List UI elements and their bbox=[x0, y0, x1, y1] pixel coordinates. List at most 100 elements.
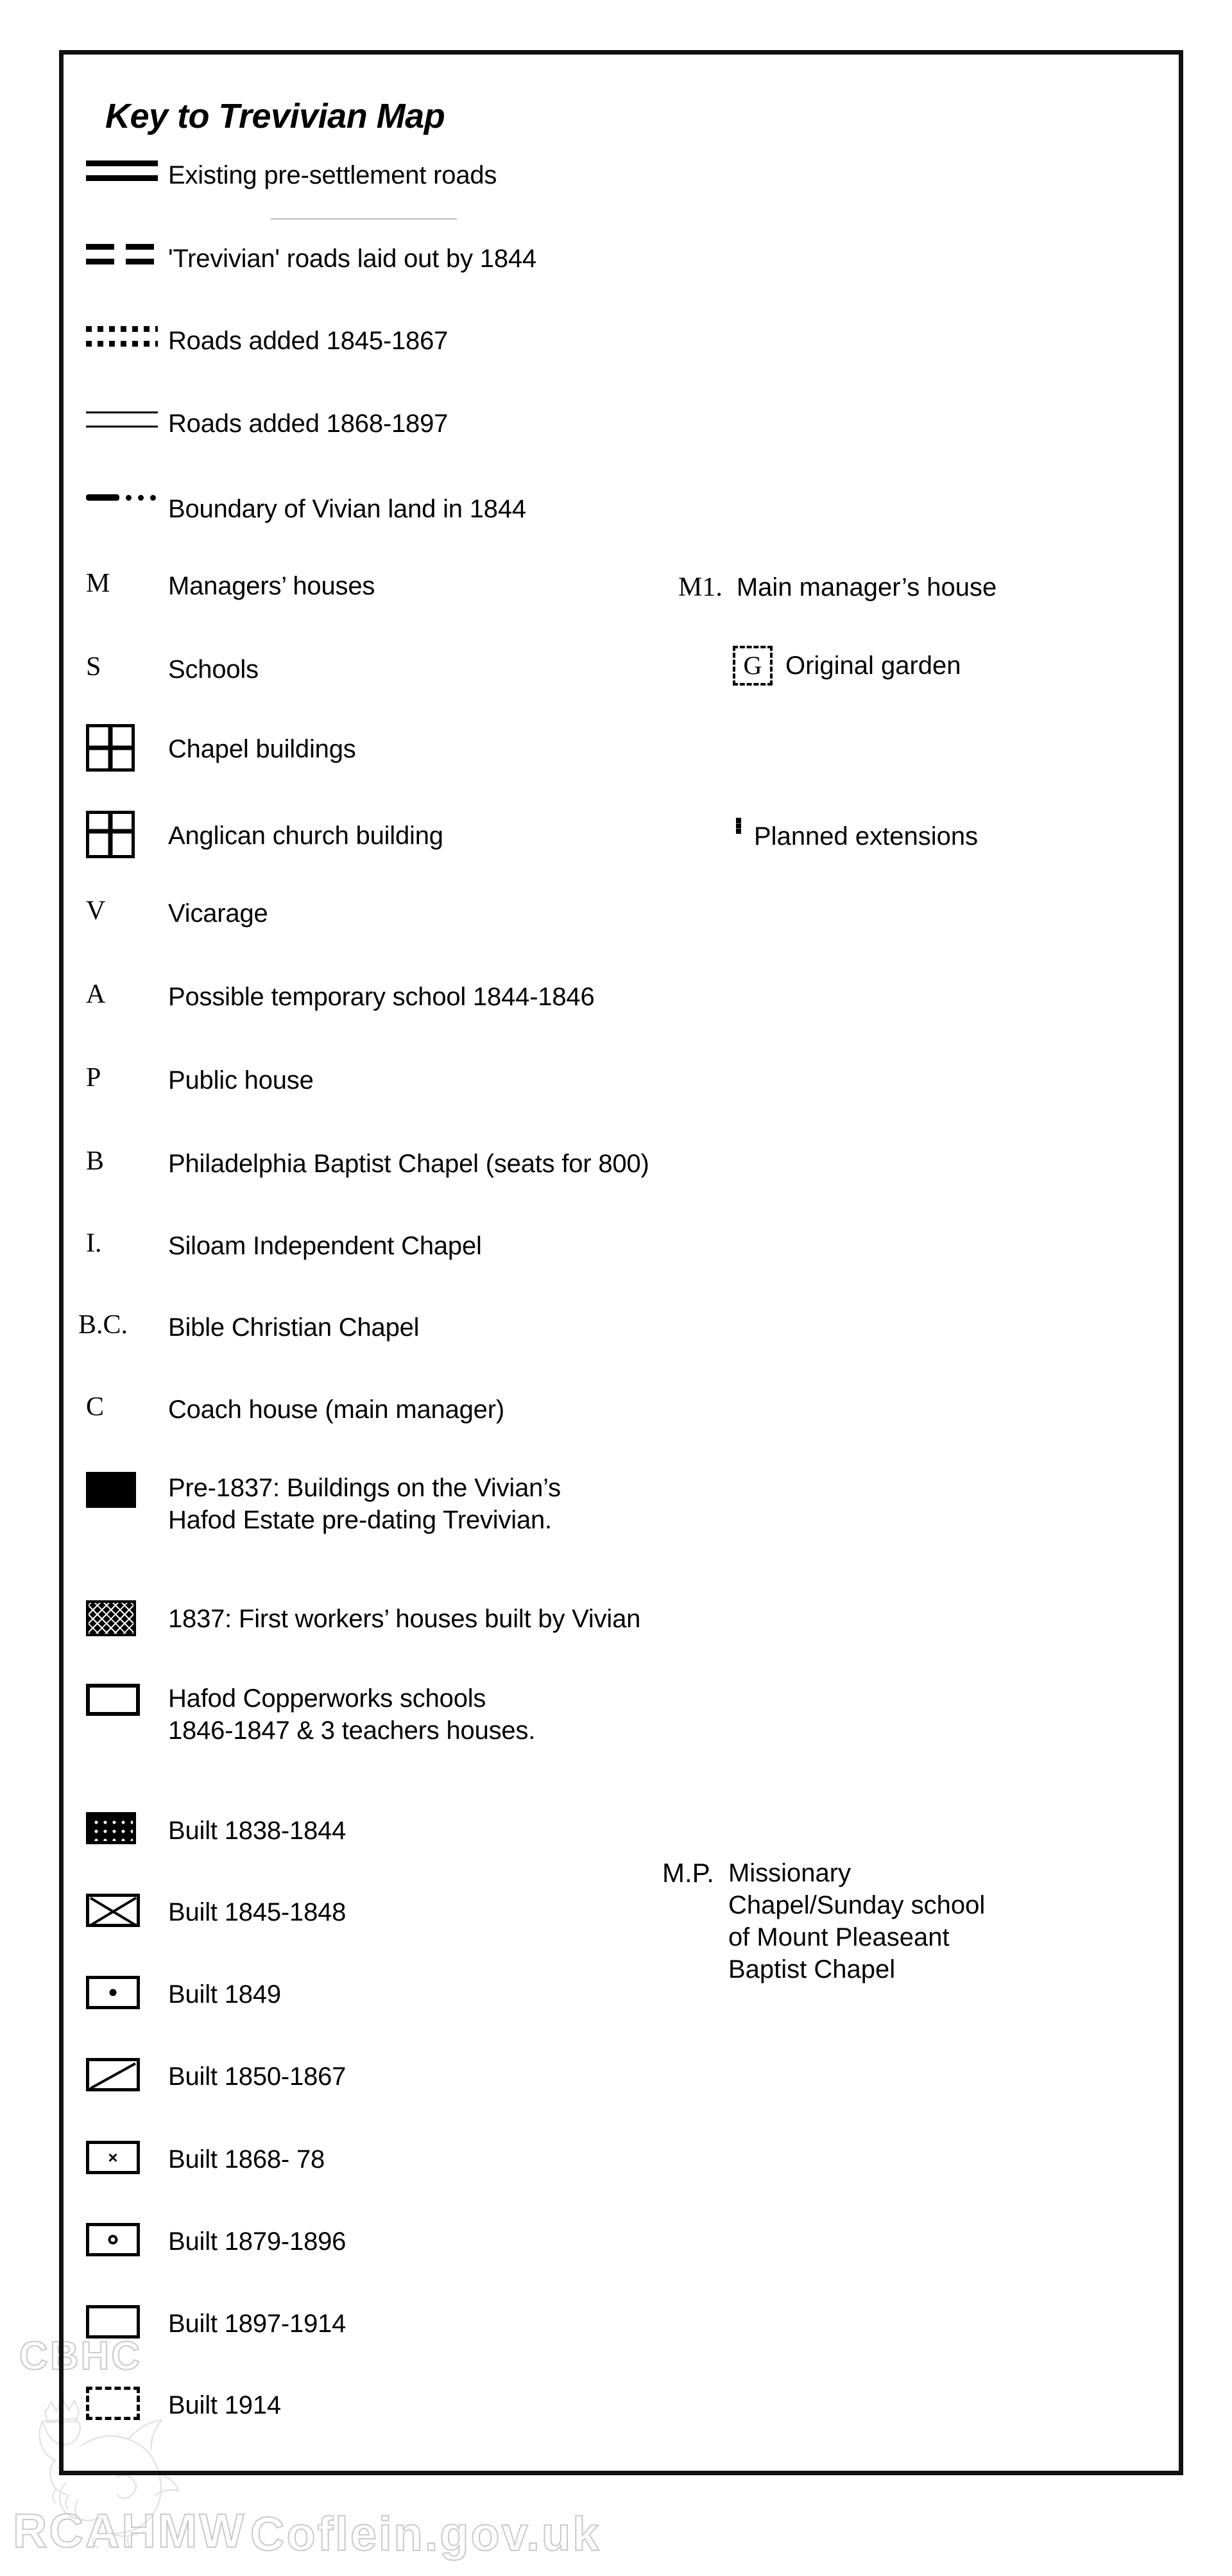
legend-label: Built 1868- 78 bbox=[168, 2145, 325, 2174]
legend-row-schools: S Schools bbox=[59, 653, 259, 686]
legend-label: Schools bbox=[168, 655, 259, 684]
legend-label: Missionary Chapel/Sunday school of Mount… bbox=[728, 1859, 986, 1984]
page-title: Key to Trevivian Map bbox=[105, 97, 445, 135]
legend-row-planned-extensions: Planned extensions bbox=[736, 818, 979, 852]
mesh-square-icon bbox=[59, 1600, 168, 1636]
legend-row-main-manager-house: M1. Main manager’s house bbox=[678, 571, 997, 603]
legend-row-coach-house: C Coach house (main manager) bbox=[59, 1394, 504, 1426]
watermark-coflein: Coflein.gov.uk bbox=[250, 2507, 601, 2561]
plain-rectangle-icon bbox=[59, 2305, 168, 2338]
legend-code-m1: M1. bbox=[678, 573, 723, 602]
legend-code: B bbox=[86, 1146, 105, 1176]
legend-row-managers-houses: M Managers’ houses bbox=[59, 570, 375, 602]
legend-row-chapel-buildings: Chapel buildings bbox=[59, 724, 356, 772]
cross-rectangle-icon bbox=[59, 1894, 168, 1927]
legend-label: Planned extensions bbox=[754, 822, 979, 851]
legend-row-temporary-school: A Possible temporary school 1844-1846 bbox=[59, 981, 595, 1013]
legend-code: I. bbox=[86, 1229, 102, 1258]
legend-code: C bbox=[86, 1392, 105, 1422]
legend-row-missionary-chapel: M.P. Missionary Chapel/Sunday school of … bbox=[662, 1857, 985, 1985]
legend-code: P bbox=[86, 1063, 101, 1093]
double-dotted-line-icon bbox=[59, 325, 168, 348]
legend-label: Managers’ houses bbox=[168, 572, 375, 600]
legend-row-built-1838-1844: Built 1838-1844 bbox=[59, 1812, 346, 1847]
letter-bc-icon: B.C. bbox=[59, 1311, 168, 1338]
letter-m-icon: M bbox=[59, 570, 168, 597]
x-mark-rectangle-icon: × bbox=[59, 2141, 168, 2174]
quad-box-icon bbox=[59, 724, 168, 772]
legend-label: Built 1897-1914 bbox=[168, 2310, 346, 2338]
legend-row-philadelphia-baptist-chapel: B Philadelphia Baptist Chapel (seats for… bbox=[59, 1148, 649, 1180]
diagonal-slash-rectangle-icon bbox=[59, 2058, 168, 2091]
letter-c-icon: C bbox=[59, 1394, 168, 1421]
legend-label: Public house bbox=[168, 1066, 314, 1094]
legend-row-built-1897-1914: Built 1897-1914 bbox=[59, 2305, 346, 2340]
legend-row-roads-1845-1867: Roads added 1845-1867 bbox=[59, 325, 448, 357]
title-underline-artifact bbox=[271, 218, 457, 220]
dash-dot-dot-line-icon bbox=[59, 493, 168, 501]
legend-code-g: G bbox=[743, 651, 762, 680]
legend-label: Existing pre-settlement roads bbox=[168, 161, 497, 189]
legend-row-roads-1868-1897: Roads added 1868-1897 bbox=[59, 408, 448, 440]
dashed-rectangle-icon bbox=[59, 2387, 168, 2420]
letter-s-icon: S bbox=[59, 653, 168, 680]
legend-row-siloam-independent-chapel: I. Siloam Independent Chapel bbox=[59, 1230, 482, 1262]
dotted-black-rectangle-icon bbox=[59, 1812, 168, 1844]
legend-label: Bible Christian Chapel bbox=[168, 1313, 420, 1342]
legend-row-original-garden: G Original garden bbox=[733, 646, 961, 686]
legend-row-built-1879-1896: Built 1879-1896 bbox=[59, 2223, 346, 2258]
quad-box-anglican-icon bbox=[59, 811, 168, 858]
legend-label: Anglican church building bbox=[168, 822, 443, 850]
legend-label: Built 1914 bbox=[168, 2391, 281, 2419]
centre-dot-rectangle-icon bbox=[59, 1976, 168, 2009]
legend-row-built-1850-1867: Built 1850-1867 bbox=[59, 2058, 346, 2093]
legend-label: 'Trevivian' roads laid out by 1844 bbox=[168, 245, 536, 273]
legend-row-public-house: P Public house bbox=[59, 1064, 314, 1096]
legend-row-pre-1837-buildings: Pre-1837: Buildings on the Vivian’s Hafo… bbox=[59, 1472, 561, 1536]
solid-black-square-icon bbox=[59, 1472, 168, 1508]
letter-v-icon: V bbox=[59, 897, 168, 924]
letter-p-icon: P bbox=[59, 1064, 168, 1091]
legend-row-trevivian-roads: 'Trevivian' roads laid out by 1844 bbox=[59, 243, 536, 275]
letter-b-icon: B bbox=[59, 1148, 168, 1175]
legend-label: Coach house (main manager) bbox=[168, 1396, 504, 1424]
legend-code: A bbox=[86, 980, 106, 1009]
legend-label: Roads added 1868-1897 bbox=[168, 410, 449, 438]
legend-row-existing-roads: Existing pre-settlement roads bbox=[59, 159, 497, 191]
legend-label: Philadelphia Baptist Chapel (seats for 8… bbox=[168, 1150, 649, 1178]
letter-a-icon: A bbox=[59, 981, 168, 1008]
legend-label: Boundary of Vivian land in 1844 bbox=[168, 495, 526, 523]
legend-label: Built 1849 bbox=[168, 1980, 281, 2009]
dashed-box-with-g-icon: G bbox=[733, 646, 773, 686]
legend-body: Key to Trevivian Map Existing pre-settle… bbox=[59, 50, 1183, 2475]
legend-code: S bbox=[86, 652, 101, 682]
legend-label: Chapel buildings bbox=[168, 735, 356, 763]
legend-code-mp: M.P. bbox=[662, 1858, 714, 1888]
legend-label: 1837: First workers’ houses built by Viv… bbox=[168, 1605, 641, 1633]
double-dashed-line-icon bbox=[59, 243, 168, 266]
legend-label: Vicarage bbox=[168, 899, 268, 928]
watermark-rcahmw: RCAHMW bbox=[12, 2503, 246, 2558]
ring-rectangle-icon bbox=[59, 2223, 168, 2256]
legend-label: Possible temporary school 1844-1846 bbox=[168, 983, 595, 1011]
legend-row-built-1849: Built 1849 bbox=[59, 1976, 281, 2010]
double-thin-line-icon bbox=[59, 408, 168, 431]
legend-row-1837-first-workers-houses: 1837: First workers’ houses built by Viv… bbox=[59, 1600, 640, 1636]
legend-row-built-1845-1848: Built 1845-1848 bbox=[59, 1894, 346, 1928]
legend-label: Siloam Independent Chapel bbox=[168, 1232, 482, 1260]
legend-row-built-1868-78: × Built 1868- 78 bbox=[59, 2141, 325, 2175]
legend-label: Hafod Copperworks schools 1846-1847 & 3 … bbox=[168, 1684, 536, 1745]
legend-code: B.C. bbox=[78, 1310, 128, 1340]
legend-label: Main manager’s house bbox=[736, 573, 997, 601]
letter-i-icon: I. bbox=[59, 1230, 168, 1257]
legend-row-vicarage: V Vicarage bbox=[59, 897, 268, 929]
legend-row-boundary: Boundary of Vivian land in 1844 bbox=[59, 493, 526, 525]
open-rectangle-icon bbox=[59, 1684, 168, 1716]
dashed-rectangle-icon bbox=[736, 818, 741, 834]
legend-label: Original garden bbox=[785, 652, 961, 680]
legend-label: Built 1845-1848 bbox=[168, 1898, 346, 1926]
double-solid-line-icon bbox=[59, 159, 168, 182]
legend-row-copperworks-schools: Hafod Copperworks schools 1846-1847 & 3 … bbox=[59, 1684, 535, 1747]
legend-code: M bbox=[86, 569, 110, 598]
legend-row-built-1914: Built 1914 bbox=[59, 2387, 281, 2421]
